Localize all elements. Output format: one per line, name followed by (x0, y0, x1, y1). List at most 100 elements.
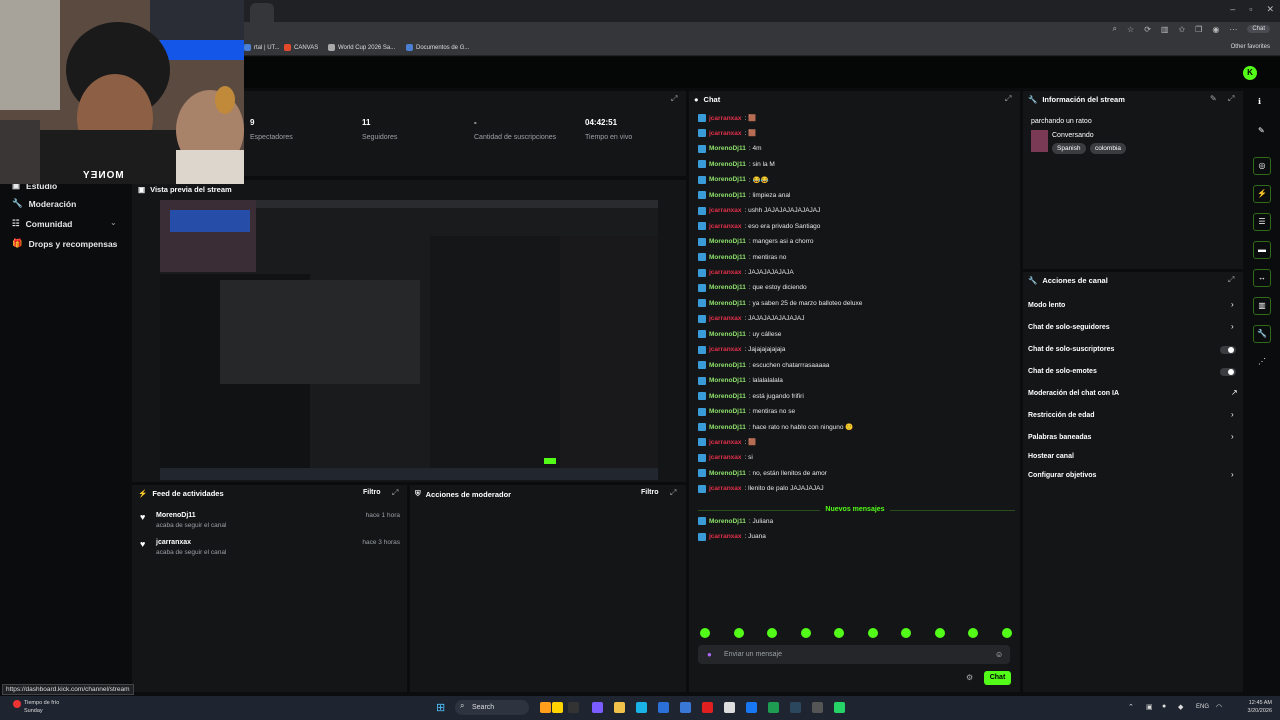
chat-username[interactable]: MorenoDj11 (709, 145, 746, 152)
tag[interactable]: Spanish (1052, 143, 1086, 154)
copilot-chat-button[interactable]: Chat (1247, 25, 1270, 33)
chat-message[interactable]: jcarranxax: JAJAJAJAJAJAJAJ (698, 314, 805, 323)
split-icon[interactable]: ▥ (1161, 25, 1169, 34)
taskbar-app-icon[interactable] (636, 702, 647, 713)
emote-icon[interactable] (733, 628, 744, 638)
kick-logo-icon[interactable]: K (1243, 66, 1257, 80)
chevron-right-icon[interactable]: › (1231, 432, 1234, 441)
chat-username[interactable]: jcarranxax (709, 269, 742, 276)
chat-username[interactable]: MorenoDj11 (709, 518, 746, 525)
action-followers-only[interactable]: Chat de solo-seguidores (1028, 324, 1110, 331)
chat-message[interactable]: MorenoDj11: Juliana (698, 517, 773, 525)
emote-icon[interactable] (834, 628, 845, 638)
nav-item-moderation[interactable]: 🔧 Moderación (12, 198, 76, 209)
pencil-icon[interactable]: ✎ (1258, 126, 1265, 135)
emotes-only-toggle[interactable] (1220, 368, 1236, 376)
emoji-icon[interactable]: ☺ (995, 650, 1003, 659)
chat-username[interactable]: jcarranxax (709, 439, 742, 446)
chat-message[interactable]: jcarranxax: ushh JAJAJAJAJAJAJAJ (698, 206, 820, 215)
share-icon[interactable]: ⋰ (1258, 357, 1266, 366)
taskbar-app-icon[interactable] (702, 702, 713, 713)
chat-message[interactable]: MorenoDj11: que estoy diciendo (698, 283, 807, 292)
tray-app-icon[interactable]: ▣ (1146, 703, 1153, 711)
taskbar-app-icon[interactable] (592, 702, 603, 713)
feed-item-name[interactable]: jcarranxax (156, 539, 191, 546)
nav-item-community[interactable]: ☷ Comunidad (12, 218, 72, 229)
collections-icon[interactable]: ❐ (1195, 25, 1202, 34)
minimize-icon[interactable]: – (1230, 4, 1235, 15)
toolbar-wrench-button[interactable]: 🔧 (1253, 325, 1271, 343)
windows-start-icon[interactable]: ⊞ (436, 701, 445, 714)
chat-message[interactable]: jcarranxax: llenito de palo JAJAJAJAJ (698, 484, 824, 493)
tag[interactable]: colombia (1090, 143, 1127, 154)
chat-username[interactable]: jcarranxax (709, 315, 742, 322)
chat-message[interactable]: jcarranxax: Juana (698, 532, 766, 541)
taskbar-app-icon[interactable] (552, 702, 563, 713)
chat-username[interactable]: MorenoDj11 (709, 331, 746, 338)
mic-icon[interactable]: ● (707, 650, 712, 659)
subscribers-only-toggle[interactable] (1220, 346, 1236, 354)
chat-message[interactable]: jcarranxax: Jajajajajajaja (698, 345, 785, 354)
taskbar-app-icon[interactable] (790, 702, 801, 713)
chat-username[interactable]: MorenoDj11 (709, 377, 746, 384)
other-favorites[interactable]: Other favorites (1231, 44, 1270, 50)
chat-username[interactable]: MorenoDj11 (709, 424, 746, 431)
toolbar-list-button[interactable]: ☰ (1253, 213, 1271, 231)
tray-chevron-icon[interactable]: ⌃ (1128, 703, 1134, 711)
chat-message[interactable]: MorenoDj11: 😂😂 (698, 175, 769, 184)
taskbar-app-icon[interactable] (746, 702, 757, 713)
emote-icon[interactable] (968, 628, 979, 638)
toolbar-chat-button[interactable]: ▬ (1253, 241, 1271, 259)
emote-icon[interactable] (901, 628, 912, 638)
toolbar-bolt-button[interactable]: ⚡ (1253, 185, 1271, 203)
chat-username[interactable]: MorenoDj11 (709, 408, 746, 415)
chat-message[interactable]: MorenoDj11: no, están llenitos de amor (698, 469, 827, 478)
nav-item-drops[interactable]: 🎁 Drops y recompensas (12, 238, 117, 249)
modactions-filter-button[interactable]: Filtro (641, 489, 659, 496)
zoom-icon[interactable]: ⌕ (1113, 24, 1117, 34)
chat-username[interactable]: jcarranxax (709, 485, 742, 492)
browser-tab-active[interactable] (250, 3, 274, 22)
chat-username[interactable]: MorenoDj11 (709, 192, 746, 199)
chat-username[interactable]: jcarranxax (709, 207, 742, 214)
chat-username[interactable]: MorenoDj11 (709, 238, 746, 245)
chat-message[interactable]: jcarranxax: 🟫 (698, 114, 756, 122)
chat-username[interactable]: MorenoDj11 (709, 362, 746, 369)
language-indicator[interactable]: ENG (1196, 704, 1209, 710)
chat-username[interactable]: MorenoDj11 (709, 284, 746, 291)
toolbar-panel-button[interactable]: ▥ (1253, 297, 1271, 315)
clock[interactable]: 12:45 AM 3/20/2026 (1248, 699, 1272, 715)
feed-filter-button[interactable]: Filtro (363, 489, 381, 496)
chat-username[interactable]: jcarranxax (709, 130, 742, 137)
action-configure-goals[interactable]: Configurar objetivos (1028, 472, 1096, 479)
favorites-icon[interactable]: ✩ (1178, 25, 1185, 34)
taskbar-app-icon[interactable] (540, 702, 551, 713)
chat-message[interactable]: MorenoDj11: uy cállese (698, 330, 781, 339)
taskbar-app-icon[interactable] (834, 702, 845, 713)
popout-icon[interactable]: ⤢ (1228, 275, 1234, 285)
chat-message[interactable]: jcarranxax: si (698, 453, 753, 462)
action-banned-words[interactable]: Palabras baneadas (1028, 434, 1091, 441)
bookmark-item[interactable]: rtal | UT... (244, 44, 280, 51)
chat-username[interactable]: jcarranxax (709, 346, 742, 353)
popout-icon[interactable]: ⤢ (1228, 94, 1234, 104)
chat-message[interactable]: jcarranxax: eso era privado Santiago (698, 222, 820, 231)
bookmark-item[interactable]: Documentos de G... (406, 44, 469, 51)
action-slow-mode[interactable]: Modo lento (1028, 302, 1065, 309)
action-age-restriction[interactable]: Restricción de edad (1028, 412, 1095, 419)
chat-message[interactable]: MorenoDj11: 4m (698, 144, 762, 153)
taskbar-app-icon[interactable] (680, 702, 691, 713)
tray-app-icon[interactable]: ◆ (1178, 703, 1183, 711)
bookmark-item[interactable]: CANVAS (284, 44, 318, 51)
taskbar-search[interactable]: Search (455, 700, 529, 715)
chat-message[interactable]: jcarranxax: 🟫 (698, 438, 756, 447)
chat-message[interactable]: MorenoDj11: está jugando frifiri (698, 392, 804, 401)
chevron-right-icon[interactable]: › (1231, 410, 1234, 419)
chat-message[interactable]: MorenoDj11: ya saben 25 de marzo ballote… (698, 299, 862, 308)
stream-preview-video[interactable] (160, 200, 658, 480)
chat-username[interactable]: MorenoDj11 (709, 470, 746, 477)
taskbar-app-icon[interactable] (614, 702, 625, 713)
profile-icon[interactable]: ◉ (1212, 25, 1219, 34)
chat-send-button[interactable]: Chat (984, 671, 1011, 685)
feed-item-name[interactable]: MorenoDj11 (156, 512, 196, 519)
